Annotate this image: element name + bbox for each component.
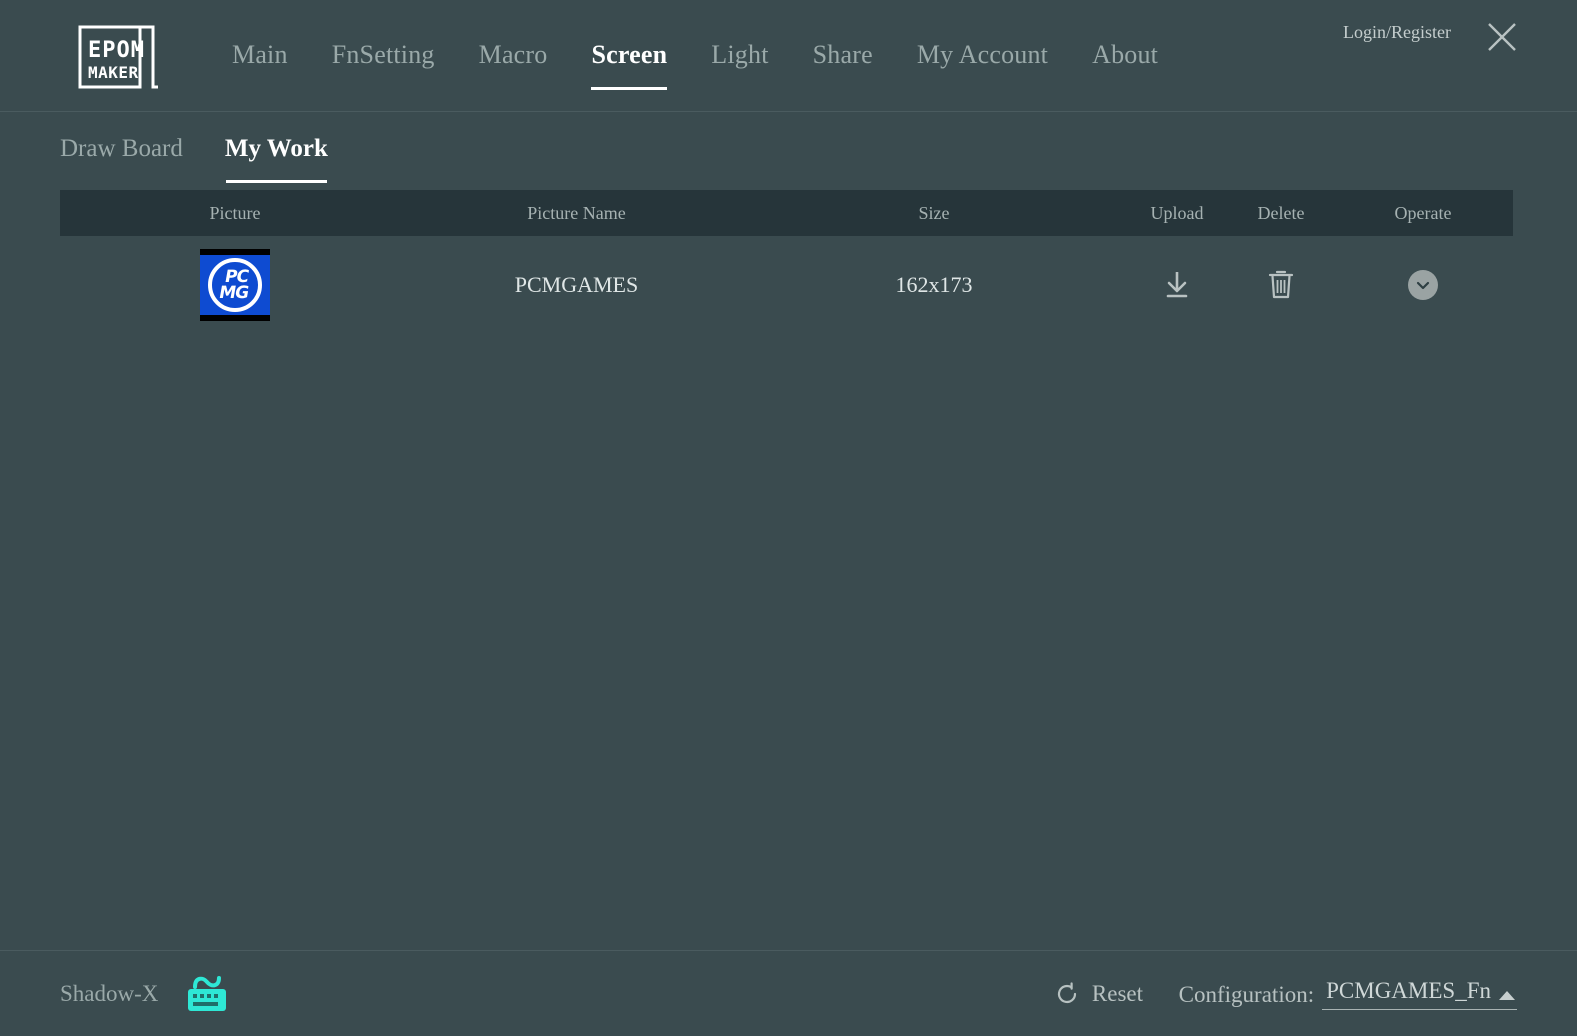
delete-button[interactable] (1261, 264, 1301, 304)
reset-label: Reset (1091, 980, 1143, 1006)
configuration-control: Configuration: PCMGAMES_Fn (1179, 978, 1517, 1010)
configuration-dropdown[interactable]: PCMGAMES_Fn (1322, 978, 1517, 1010)
cell-picture-name: PCMGAMES (514, 272, 639, 297)
table-header-row: Picture Picture Name Size Upload Delete … (60, 190, 1513, 236)
nav-item-fnsetting[interactable]: FnSetting (332, 40, 435, 72)
subtab-draw-board[interactable]: Draw Board (60, 135, 183, 167)
my-work-content: Picture Picture Name Size Upload Delete … (0, 190, 1577, 950)
nav-item-macro[interactable]: Macro (479, 40, 548, 72)
column-header-operate: Operate (1394, 202, 1452, 223)
cell-picture: PC MG (60, 236, 410, 334)
close-icon (1488, 23, 1516, 51)
column-header-upload: Upload (1150, 202, 1204, 223)
column-header-size: Size (918, 202, 950, 223)
device-name-label: Shadow-X (60, 980, 159, 1006)
epomaker-logo: EPOM MAKER (78, 25, 162, 89)
reset-button[interactable]: Reset (1054, 981, 1143, 1007)
picture-thumbnail[interactable]: PC MG (200, 249, 270, 321)
main-nav: Main FnSetting Macro Screen Light Share … (232, 0, 1158, 112)
close-button[interactable] (1485, 20, 1519, 54)
screen-subtabs: Draw Board My Work (0, 112, 1577, 190)
thumbnail-bar-bottom (200, 315, 270, 321)
column-header-picture-name: Picture Name (527, 202, 626, 223)
column-header-delete: Delete (1257, 202, 1305, 223)
nav-item-main[interactable]: Main (232, 40, 288, 72)
bottom-status-bar: Shadow-X Reset Configuration: PCMGAMES_F… (0, 950, 1577, 1036)
nav-item-my-account[interactable]: My Account (917, 40, 1048, 72)
column-header-picture: Picture (209, 202, 261, 223)
my-work-table: Picture Picture Name Size Upload Delete … (60, 190, 1513, 334)
cell-operate (1333, 236, 1513, 334)
upload-button[interactable] (1157, 264, 1197, 304)
refresh-icon (1057, 981, 1076, 1003)
nav-item-light[interactable]: Light (711, 40, 768, 72)
cell-upload (1125, 236, 1229, 334)
thumbnail-bar-top (200, 249, 270, 255)
keyboard-icon (188, 976, 226, 1011)
logo-text-maker: MAKER (88, 63, 139, 82)
table-row: PC MG PCMGAMES 162x173 (60, 236, 1513, 334)
top-navigation-bar: EPOM MAKER Main FnSetting Macro Screen L… (0, 0, 1577, 112)
trash-icon (1268, 270, 1294, 299)
cell-delete (1229, 236, 1333, 334)
thumbnail-label-bottom: MG (217, 283, 250, 303)
nav-item-screen[interactable]: Screen (591, 40, 668, 90)
keyboard-device-button[interactable] (186, 969, 228, 1017)
thumbnail-label: PC MG (217, 267, 253, 303)
app-window: EPOM MAKER Main FnSetting Macro Screen L… (0, 0, 1577, 1036)
caret-up-icon (1499, 990, 1515, 1000)
configuration-value: PCMGAMES_Fn (1326, 977, 1491, 1003)
configuration-label: Configuration: (1178, 981, 1315, 1007)
download-icon (1166, 272, 1188, 298)
chevron-down-icon (1416, 281, 1430, 290)
epomaker-logo-icon: EPOM MAKER (78, 25, 158, 89)
nav-item-about[interactable]: About (1092, 40, 1158, 72)
login-register-link[interactable]: Login/Register (1343, 22, 1451, 43)
subtab-my-work[interactable]: My Work (225, 135, 328, 183)
nav-item-share[interactable]: Share (813, 40, 873, 72)
operate-expand-button[interactable] (1408, 270, 1438, 300)
logo-text-epom: EPOM (88, 38, 145, 63)
cell-size: 162x173 (895, 272, 973, 297)
